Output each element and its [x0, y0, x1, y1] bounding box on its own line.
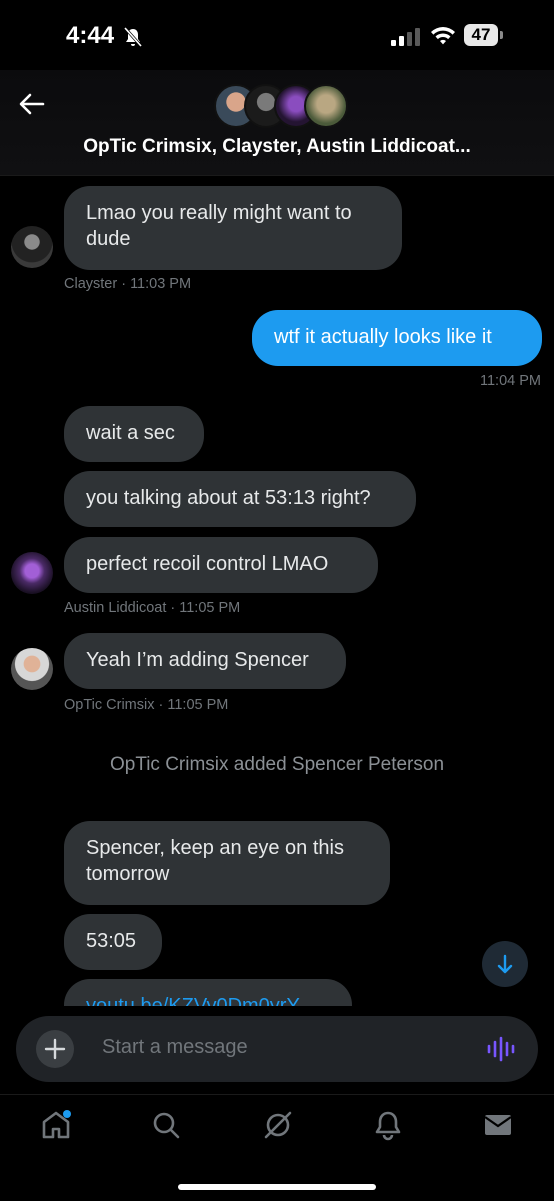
message-text: Spencer, keep an eye on this	[86, 837, 344, 859]
message-bubble[interactable]: you talking about at 53:13 right?	[64, 471, 416, 527]
message-text: you talking about at 53:13 right?	[86, 487, 371, 509]
conversation-header: OpTic Crimsix, Clayster, Austin Liddicoa…	[0, 70, 554, 176]
voice-icon[interactable]	[486, 1036, 516, 1062]
battery-level: 47	[464, 24, 498, 46]
avatar[interactable]	[11, 552, 53, 594]
bell-off-icon	[123, 27, 143, 47]
message-bubble[interactable]: Yeah I’m adding Spencer	[64, 633, 346, 689]
message-text: perfect recoil control LMAO	[86, 553, 329, 575]
conversation-title[interactable]: OpTic Crimsix, Clayster, Austin Liddicoa…	[0, 136, 554, 158]
message-text: 53:05	[86, 930, 137, 952]
message-composer[interactable]: Start a message	[16, 1016, 538, 1082]
wifi-icon	[431, 27, 455, 45]
message-meta: Clayster · 11:03 PM	[64, 276, 192, 292]
message-text: dude	[86, 228, 131, 250]
message-meta: OpTic Crimsix · 11:05 PM	[64, 697, 229, 713]
message-text: wait a sec	[86, 422, 175, 444]
cellular-signal-icon	[391, 28, 420, 46]
battery-indicator: 47	[464, 24, 504, 46]
back-arrow-icon[interactable]	[18, 90, 46, 118]
message-text: wtf it actually looks like it	[274, 326, 492, 348]
avatar[interactable]	[11, 648, 53, 690]
scroll-to-bottom-button[interactable]	[482, 941, 528, 987]
message-meta: Austin Liddicoat · 11:05 PM	[64, 600, 241, 616]
battery-nub	[500, 31, 503, 39]
message-meta: 11:04 PM	[480, 373, 541, 389]
avatar[interactable]	[11, 226, 53, 268]
plus-icon	[44, 1038, 66, 1060]
system-notice: OpTic Crimsix added Spencer Peterson	[109, 754, 445, 775]
bell-icon[interactable]	[372, 1109, 404, 1141]
home-icon[interactable]	[40, 1109, 72, 1141]
message-input[interactable]: Start a message	[102, 1036, 248, 1059]
message-bubble-sent[interactable]: wtf it actually looks like it	[252, 310, 542, 366]
arrow-down-icon	[497, 954, 513, 974]
message-text: Yeah I’m adding Spencer	[86, 649, 309, 671]
home-indicator	[178, 1184, 376, 1190]
message-bubble[interactable]: Lmao you really might want to dude	[64, 186, 402, 270]
message-bubble[interactable]: wait a sec	[64, 406, 204, 462]
message-list[interactable]: Lmao you really might want to dude Clays…	[0, 176, 554, 1006]
status-bar: 4:44 47	[0, 0, 554, 70]
group-avatars[interactable]	[214, 84, 348, 128]
message-bubble[interactable]: 53:05	[64, 914, 162, 970]
message-text: Lmao you really might want to	[86, 202, 352, 224]
search-icon[interactable]	[150, 1109, 182, 1141]
avatar	[304, 84, 348, 128]
grok-icon[interactable]	[262, 1109, 294, 1141]
message-bubble[interactable]: perfect recoil control LMAO	[64, 537, 378, 593]
message-bubble-link[interactable]: youtu.be/KZVy0Dm0yrY	[64, 979, 352, 1006]
add-media-button[interactable]	[36, 1030, 74, 1068]
message-bubble[interactable]: Spencer, keep an eye on this tomorrow	[64, 821, 390, 905]
message-text: tomorrow	[86, 863, 170, 885]
mail-icon[interactable]	[482, 1109, 514, 1141]
status-time: 4:44	[66, 22, 115, 49]
message-link[interactable]: youtu.be/KZVy0Dm0yrY	[86, 993, 330, 1006]
